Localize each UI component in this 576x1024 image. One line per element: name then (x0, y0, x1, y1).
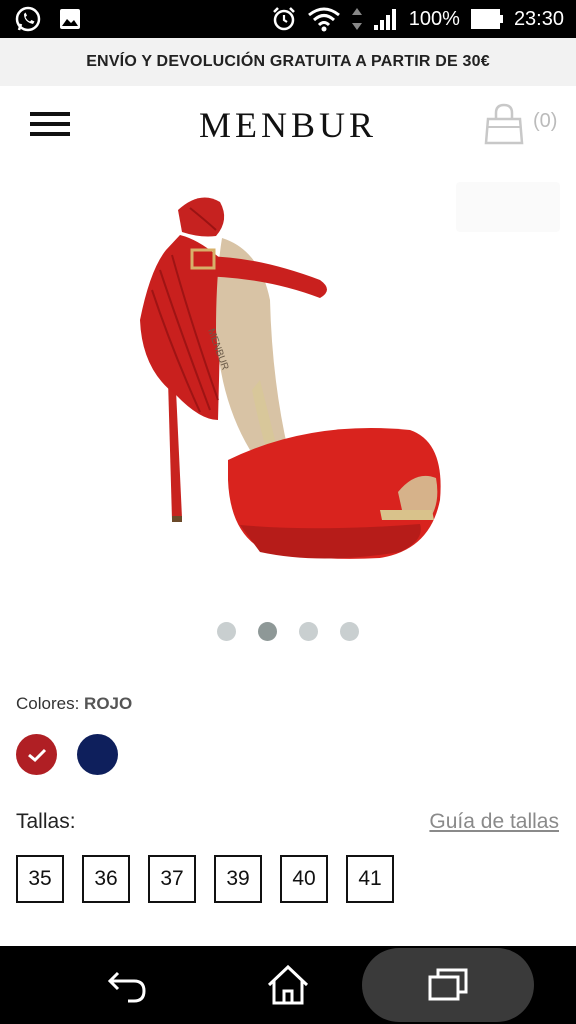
carousel-dot[interactable] (340, 622, 359, 641)
home-icon (267, 964, 309, 1005)
size-button-41[interactable]: 41 (346, 855, 394, 903)
colors-label: Colores: ROJO (16, 694, 132, 714)
color-swatch-red[interactable] (16, 734, 57, 775)
recents-icon (428, 968, 468, 1001)
shopping-bag-icon[interactable] (484, 102, 524, 146)
status-right: 100% 23:30 (271, 6, 564, 32)
battery-percent: 100% (408, 7, 460, 30)
signal-icon (373, 7, 399, 31)
gallery-icon (58, 7, 82, 31)
status-bar: 100% 23:30 (0, 0, 576, 38)
clock: 23:30 (513, 7, 564, 30)
selected-color-name: ROJO (84, 694, 133, 713)
home-button[interactable] (248, 946, 328, 1024)
image-overlay-placeholder (456, 182, 560, 232)
back-button[interactable] (88, 946, 168, 1024)
size-options: 35 36 37 39 40 41 (16, 855, 394, 903)
alarm-icon (271, 6, 297, 32)
color-swatch-blue[interactable] (77, 734, 118, 775)
wifi-icon (307, 6, 341, 32)
carousel-dot-active[interactable] (258, 622, 277, 641)
colors-label-text: Colores: (16, 694, 80, 713)
checkmark-icon (27, 748, 46, 762)
size-button-40[interactable]: 40 (280, 855, 328, 903)
recents-button[interactable] (408, 946, 488, 1024)
system-navigation-bar (0, 946, 576, 1024)
size-button-36[interactable]: 36 (82, 855, 130, 903)
product-image[interactable]: MENBUR (120, 180, 460, 580)
size-guide-link[interactable]: Guía de tallas (429, 810, 559, 834)
cart-count[interactable]: (0) (533, 110, 557, 133)
data-arrows-icon (351, 6, 363, 32)
size-button-39[interactable]: 39 (214, 855, 262, 903)
image-carousel-dots (0, 622, 576, 641)
battery-icon (470, 8, 504, 30)
carousel-dot[interactable] (217, 622, 236, 641)
size-button-37[interactable]: 37 (148, 855, 196, 903)
carousel-dot[interactable] (299, 622, 318, 641)
whatsapp-icon (14, 5, 42, 33)
site-header: MENBUR (0) (0, 86, 576, 166)
sizes-label: Tallas: (16, 810, 76, 833)
back-icon (107, 971, 146, 1003)
status-left (14, 5, 82, 33)
promo-banner: ENVÍO Y DEVOLUCIÓN GRATUITA A PARTIR DE … (0, 38, 576, 86)
size-button-35[interactable]: 35 (16, 855, 64, 903)
